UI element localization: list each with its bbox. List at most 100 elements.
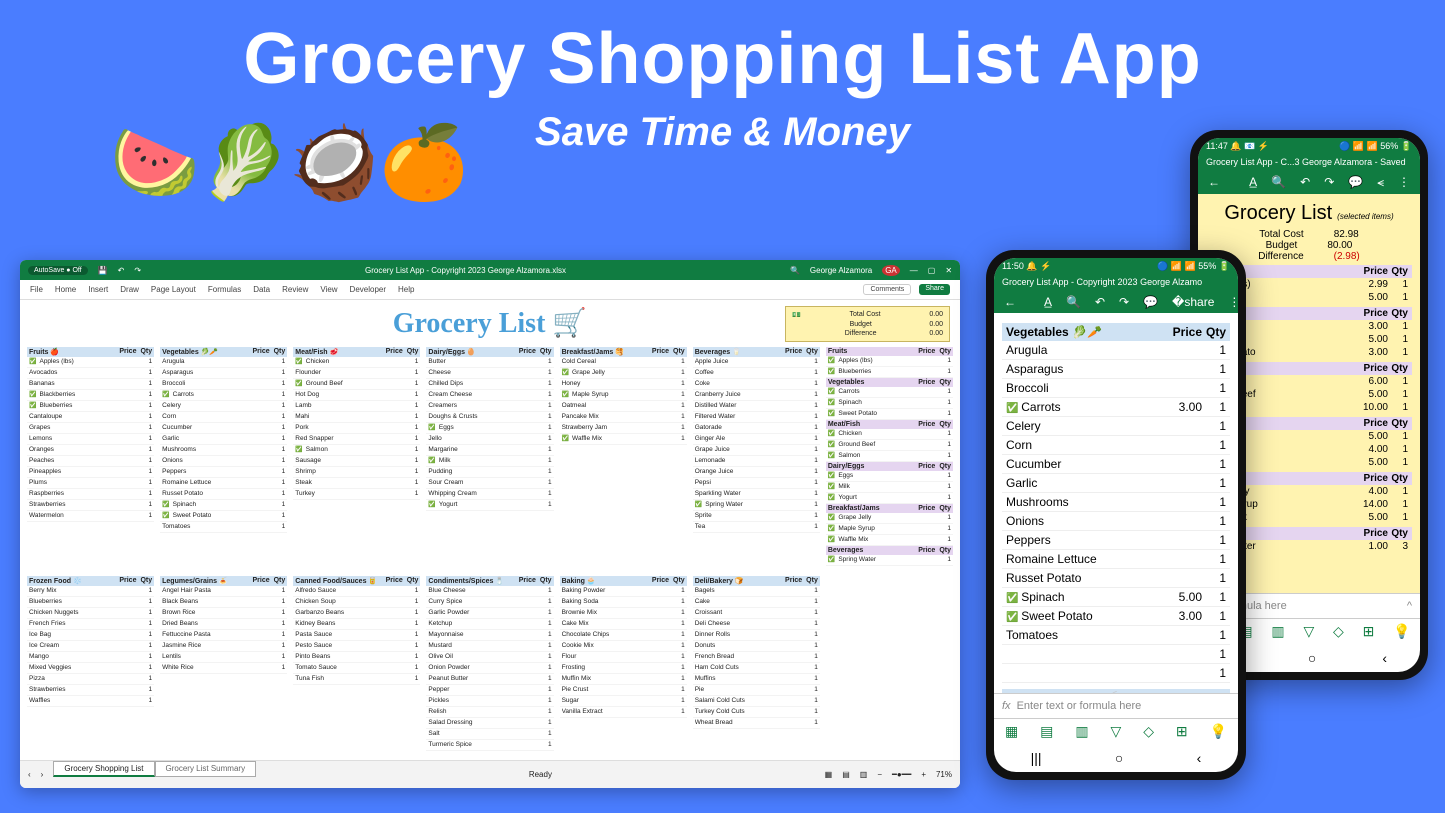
list-item[interactable]: Ice Cream1: [27, 641, 154, 652]
table-icon[interactable]: ⊞: [1176, 723, 1188, 740]
list-item[interactable]: Grape Juice1: [693, 445, 820, 456]
list-item[interactable]: Romaine Lettuce1: [1002, 550, 1230, 569]
share-button[interactable]: Share: [919, 284, 950, 295]
list-item[interactable]: Coffee1: [693, 368, 820, 379]
zoom-slider[interactable]: ━●━━: [892, 770, 911, 779]
list-item[interactable]: Raspberries1: [27, 489, 154, 500]
list-item[interactable]: Brown Rice1: [160, 608, 287, 619]
list-item[interactable]: Blue Cheese1: [426, 586, 553, 597]
list-item[interactable]: Corn1: [160, 412, 287, 423]
list-item[interactable]: Bagels1: [693, 586, 820, 597]
font-icon[interactable]: A̲: [1249, 175, 1257, 190]
list-item[interactable]: 1: [1002, 645, 1230, 664]
list-item[interactable]: Frosting1: [560, 663, 687, 674]
summary-item[interactable]: Apples (lbs)1: [826, 356, 953, 367]
list-item[interactable]: Peppers1: [160, 467, 287, 478]
list-item[interactable]: Apples (lbs)1: [27, 357, 154, 368]
list-item[interactable]: Ham Cold Cuts1: [693, 663, 820, 674]
list-item[interactable]: Pepsi1: [693, 478, 820, 489]
list-item[interactable]: Salt1: [426, 729, 553, 740]
list-item[interactable]: Romaine Lettuce1: [160, 478, 287, 489]
list-item[interactable]: Jasmine Rice1: [160, 641, 287, 652]
summary-item[interactable]: Maple Syrup1: [826, 524, 953, 535]
summary-item[interactable]: Ground Beef1: [826, 440, 953, 451]
list-item[interactable]: French Fries1: [27, 619, 154, 630]
list-item[interactable]: Creamers1: [426, 401, 553, 412]
list-item[interactable]: Chicken Soup1: [293, 597, 420, 608]
list-item[interactable]: Russet Potato1: [1002, 569, 1230, 588]
search-icon[interactable]: 🔍: [790, 266, 800, 275]
list-item[interactable]: Gatorade1: [693, 423, 820, 434]
view-pagebreak-icon[interactable]: ▥: [860, 770, 868, 779]
comment-icon[interactable]: 💬: [1143, 295, 1158, 309]
list-item[interactable]: Pickles1: [426, 696, 553, 707]
ribbon-tab-data[interactable]: Data: [253, 285, 270, 294]
maximize-icon[interactable]: ▢: [928, 266, 936, 275]
list-item[interactable]: Celery1: [1002, 417, 1230, 436]
sheet-tab-shopping-list[interactable]: Grocery Shopping List: [53, 761, 154, 777]
sheet-nav-next[interactable]: ›: [41, 770, 44, 779]
list-item[interactable]: Onion Powder1: [426, 663, 553, 674]
list-item[interactable]: 1: [1002, 664, 1230, 683]
list-item[interactable]: Olive Oil1: [426, 652, 553, 663]
list-item[interactable]: Butter1: [426, 357, 553, 368]
list-item[interactable]: Baking Powder1: [560, 586, 687, 597]
view-layout-icon[interactable]: ▤: [842, 770, 850, 779]
summary-item[interactable]: Spinach1: [826, 398, 953, 409]
list-item[interactable]: Tea1: [693, 522, 820, 533]
list-item[interactable]: Waffle Mix1: [560, 434, 687, 445]
list-item[interactable]: Blueberries1: [27, 597, 154, 608]
list-item[interactable]: Waffles1: [27, 696, 154, 707]
list-item[interactable]: Doughs & Crusts1: [426, 412, 553, 423]
list-item[interactable]: Milk1: [426, 456, 553, 467]
list-item[interactable]: Mango1: [27, 652, 154, 663]
summary-item[interactable]: Blueberries1: [826, 367, 953, 378]
list-item[interactable]: Kidney Beans1: [293, 619, 420, 630]
ribbon-tab-draw[interactable]: Draw: [120, 285, 139, 294]
list-item[interactable]: Curry Spice1: [426, 597, 553, 608]
list-item[interactable]: Pinto Beans1: [293, 652, 420, 663]
list-item[interactable]: Spinach1: [160, 500, 287, 511]
list-item[interactable]: Ice Bag1: [27, 630, 154, 641]
more-icon[interactable]: ⋮: [1398, 175, 1410, 190]
list-item[interactable]: Plums1: [27, 478, 154, 489]
list-item[interactable]: Pancake Mix1: [560, 412, 687, 423]
list-item[interactable]: Baking Soda1: [560, 597, 687, 608]
list-item[interactable]: Mahi1: [293, 412, 420, 423]
list-item[interactable]: Red Snapper1: [293, 434, 420, 445]
list-item[interactable]: Chicken1: [293, 357, 420, 368]
list-item[interactable]: Sweet Potato3.001: [1002, 607, 1230, 626]
recent-icon[interactable]: |||: [1031, 750, 1042, 766]
save-icon[interactable]: 💾: [98, 266, 108, 275]
list-item[interactable]: Onions1: [1002, 512, 1230, 531]
list-item[interactable]: Ground Beef1: [293, 379, 420, 390]
sheet-area[interactable]: Grocery List 🛒 💵Total Cost0.00 Budget0.0…: [20, 300, 960, 760]
list-item[interactable]: Sparkling Water1: [693, 489, 820, 500]
summary-item[interactable]: Eggs1: [826, 471, 953, 482]
list-item[interactable]: Arugula1: [1002, 341, 1230, 360]
list-item[interactable]: Tomato Sauce1: [293, 663, 420, 674]
list-item[interactable]: Whipping Cream1: [426, 489, 553, 500]
list-item[interactable]: Chocolate Chips1: [560, 630, 687, 641]
redo-icon[interactable]: ↷: [134, 266, 141, 275]
list-item[interactable]: Mushrooms1: [160, 445, 287, 456]
ribbon-tab-view[interactable]: View: [320, 285, 337, 294]
zoom-in-icon[interactable]: +: [921, 770, 926, 779]
list-item[interactable]: Distilled Water1: [693, 401, 820, 412]
list-item[interactable]: Fettuccine Pasta1: [160, 630, 287, 641]
list-item[interactable]: Turkey Cold Cuts1: [693, 707, 820, 718]
list-item[interactable]: Cake Mix1: [560, 619, 687, 630]
list-item[interactable]: Blackberries1: [27, 390, 154, 401]
list-item[interactable]: Filtered Water1: [693, 412, 820, 423]
list-item[interactable]: Turmeric Spice1: [426, 740, 553, 751]
list-item[interactable]: Dried Beans1: [160, 619, 287, 630]
filter-icon[interactable]: ▽: [1303, 623, 1314, 640]
summary-item[interactable]: Salmon1: [826, 451, 953, 462]
list-item[interactable]: Donuts1: [693, 641, 820, 652]
ribbon-tab-help[interactable]: Help: [398, 285, 414, 294]
list-item[interactable]: Garbanzo Beans1: [293, 608, 420, 619]
list-item[interactable]: Pineapples1: [27, 467, 154, 478]
share-icon[interactable]: �share: [1172, 295, 1214, 309]
list-item[interactable]: Blueberries1: [27, 401, 154, 412]
back-icon[interactable]: ←: [1004, 295, 1016, 309]
